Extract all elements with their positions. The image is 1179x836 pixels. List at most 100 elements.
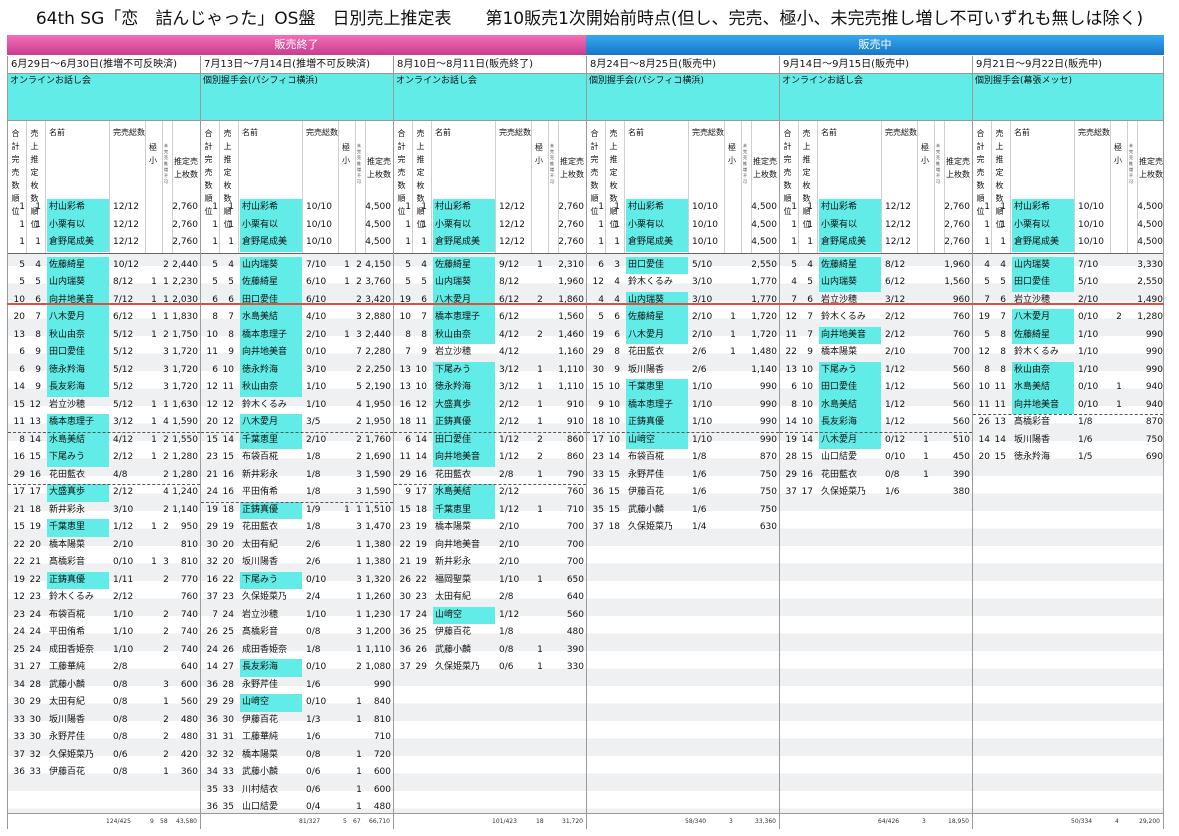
table-row: 13 10 下尾みう 1/12 560 <box>780 361 972 379</box>
estimated-sales: 390 <box>952 469 970 480</box>
member-name: 徳永羚海 <box>1014 452 1051 462</box>
event-date: 8月10日〜8月11日(販売終了) <box>394 56 586 74</box>
sold-out-count: 1/8 <box>306 644 321 655</box>
member-name: 向井地美音 <box>47 291 109 309</box>
member-name: 山内瑞葵 <box>626 291 688 309</box>
member-name: 山内瑞葵 <box>47 274 109 292</box>
sold-out-count: 12/12 <box>885 219 911 230</box>
kyokusho-count: 1 <box>923 434 929 445</box>
member-name: 田口愛佳 <box>819 379 881 397</box>
total-rank: 26 <box>978 417 990 427</box>
estimated-sales: 1,380 <box>365 539 391 550</box>
estimated-sales: 600 <box>373 784 391 795</box>
table-row: 14 14 坂川陽香 1/6 750 <box>973 432 1163 450</box>
est-rank: 10 <box>415 364 427 375</box>
table-row: 12 7 鈴木くるみ 2/12 760 <box>780 309 972 327</box>
member-name: 橋本陽菜 <box>242 749 279 760</box>
sold-out-count: 2/12 <box>885 329 906 340</box>
member-name: 千葉恵里 <box>433 501 495 519</box>
total-rank: 31 <box>13 662 25 672</box>
est-rank: 7 <box>807 329 813 340</box>
est-rank: 1 <box>421 219 427 230</box>
table-row: 26 25 髙橋彩音 0/8 3 1,200 <box>201 624 393 642</box>
member-name: 向井地美音 <box>433 449 495 467</box>
table-row: 29 29 山﨑空 0/10 1 840 <box>201 694 393 712</box>
estimated-sales: 560 <box>952 364 970 375</box>
est-rank: 28 <box>222 679 234 690</box>
table-row: 30 20 太田有紀 2/6 1 1,380 <box>201 537 393 555</box>
member-name: 伊藤百花 <box>435 627 472 637</box>
total-rank: 36 <box>399 644 411 655</box>
estimated-sales: 860 <box>566 452 584 462</box>
estimated-sales: 990 <box>1145 347 1163 357</box>
member-name: 山﨑空 <box>433 606 495 624</box>
member-name: 花田藍衣 <box>821 469 858 480</box>
table-row: 15 19 千葉恵里 1/12 1 2 950 <box>8 519 200 537</box>
member-name: 長友彩海 <box>819 414 881 432</box>
header-sold-out: 完売総数 <box>499 128 531 137</box>
total-rank: 20 <box>206 417 218 427</box>
sold-out-count: 12/12 <box>885 202 911 212</box>
sold-out-count: 1/12 <box>499 609 520 620</box>
total-rank: 37 <box>13 749 25 760</box>
table-row: 12 11 秋山由奈 1/10 5 2,190 <box>201 379 393 397</box>
sold-out-count: 4/10 <box>306 312 327 322</box>
est-rank: 14 <box>415 434 427 445</box>
sold-out-count: 0/10 <box>885 452 906 462</box>
total-rank: 19 <box>592 329 604 340</box>
total-rank: 1 <box>212 237 218 247</box>
member-name: 向井地美音 <box>819 326 881 344</box>
header-estimate: 推定売上枚数 <box>946 157 970 179</box>
estimated-sales: 2,760 <box>172 202 198 212</box>
sold-out-count: 3/12 <box>113 417 134 427</box>
estimated-sales: 560 <box>952 417 970 427</box>
sold-out-count: 12/12 <box>885 237 911 247</box>
est-rank: 30 <box>29 732 41 742</box>
estimated-sales: 1,460 <box>558 329 584 340</box>
sold-out-count: 2/10 <box>1078 294 1099 305</box>
table-row: 6 10 田口愛佳 1/12 560 <box>780 379 972 397</box>
estimated-sales: 420 <box>180 749 198 760</box>
event-column: 7月13日〜7月14日(推増不可反映済) 個別握手会(パシフィコ横浜) 合計完売数順… <box>200 56 394 829</box>
table-row: 13 10 下尾みう 3/12 1 1,110 <box>394 361 586 379</box>
member-name: 髙橋彩音 <box>49 557 86 567</box>
member-name: 花田藍衣 <box>435 469 472 480</box>
total-rank: 6 <box>598 259 604 270</box>
est-rank: 26 <box>415 644 427 655</box>
est-rank: 25 <box>222 627 234 637</box>
table-row: 5 5 山内瑞葵 8/12 1 1 2,230 <box>8 274 200 292</box>
footer-sold-total: 81/327 <box>299 818 321 825</box>
table-row: 19 6 八木愛月 2/10 1 1,720 <box>587 326 779 344</box>
member-name: 花田藍衣 <box>628 347 665 357</box>
estimated-sales: 4,150 <box>365 259 391 270</box>
member-name: 山内瑞葵 <box>240 256 302 274</box>
member-name: 新井彩永 <box>242 469 279 480</box>
kyokusho-count: 1 <box>344 329 350 340</box>
member-name: 太田有紀 <box>49 697 86 707</box>
total-rank: 11 <box>785 329 797 340</box>
total-rank: 11 <box>13 417 25 427</box>
table-row: 1 1 倉野尾成美 10/10 4,500 <box>587 234 779 252</box>
sold-out-count: 1/10 <box>692 399 713 410</box>
estimated-sales: 2,880 <box>365 312 391 322</box>
total-rank: 29 <box>13 469 25 480</box>
sold-out-count: 0/10 <box>1078 382 1099 392</box>
estimated-sales: 2,550 <box>751 259 777 270</box>
estimated-sales: 630 <box>759 522 777 532</box>
est-rank: 14 <box>608 452 620 462</box>
table-row: 8 8 秋山由奈 4/12 2 1,460 <box>394 326 586 344</box>
member-name: 山﨑空 <box>626 431 688 449</box>
sold-out-count: 0/10 <box>306 347 327 357</box>
table-row: 1 1 村山彩希 10/10 4,500 <box>201 199 393 217</box>
footer-sold-total: 64/426 <box>878 818 900 825</box>
sold-out-count: 0/8 <box>113 697 128 707</box>
estimated-sales: 480 <box>566 627 584 637</box>
est-rank: 11 <box>222 382 234 392</box>
est-rank: 6 <box>614 329 620 340</box>
table-row: 19 18 正鋳真優 1/9 1 1 1,510 <box>201 501 393 519</box>
sold-out-count: 2/12 <box>113 452 134 462</box>
table-row: 19 6 八木愛月 6/12 2 1,860 <box>394 291 586 309</box>
member-name: 村山彩希 <box>240 199 302 217</box>
total-rank: 5 <box>19 259 25 270</box>
est-rank: 20 <box>29 539 41 550</box>
